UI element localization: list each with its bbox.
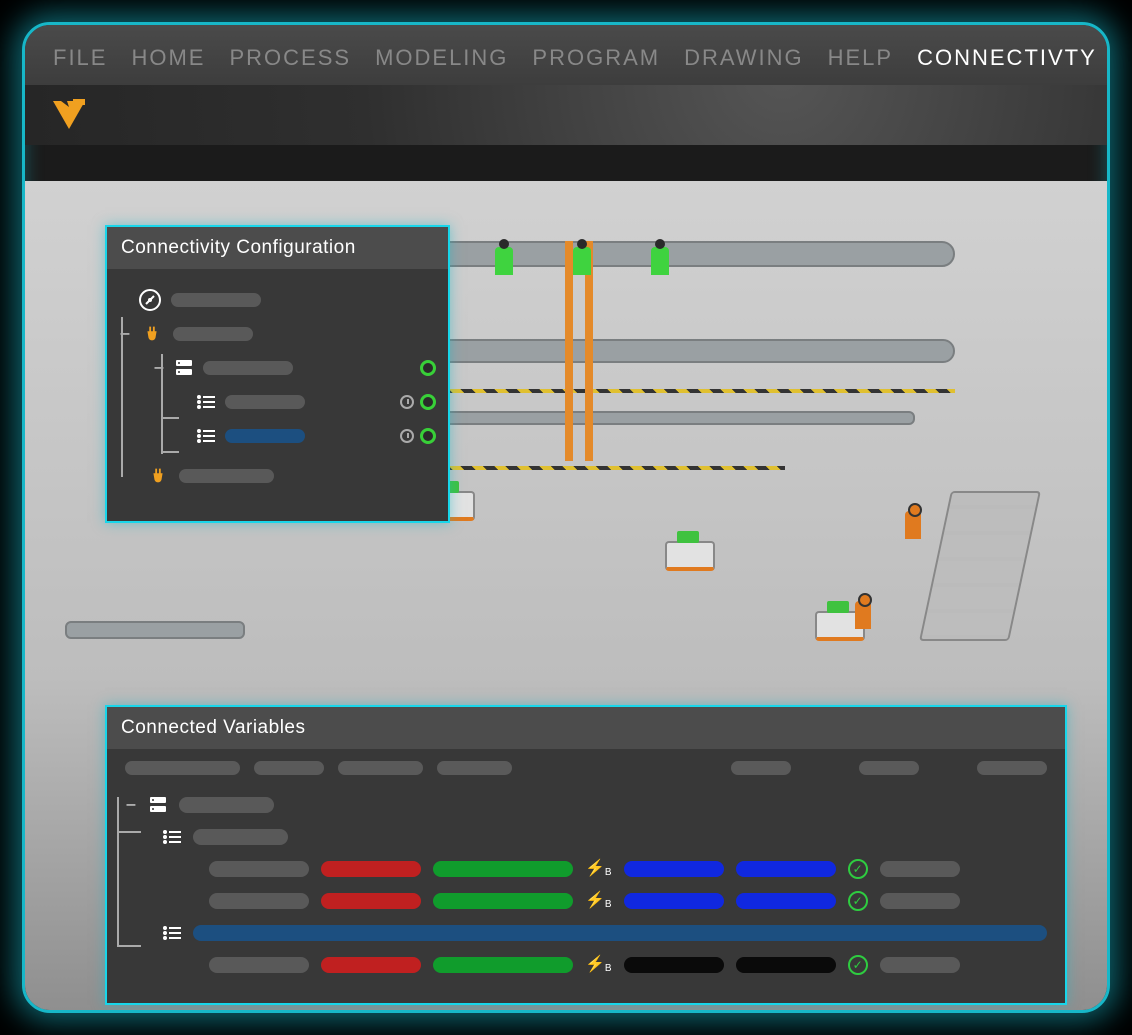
tree-item-label — [179, 469, 274, 483]
collapse-toggle[interactable]: – — [125, 796, 137, 814]
variable-row[interactable]: ⚡B ✓ — [209, 885, 1047, 917]
var-cell — [624, 957, 724, 973]
config-tree-item[interactable]: – — [119, 317, 436, 351]
menu-process[interactable]: PROCESS — [229, 45, 351, 71]
config-tree-item[interactable] — [197, 419, 436, 453]
app-window: FILE HOME PROCESS MODELING PROGRAM DRAWI… — [22, 22, 1110, 1013]
app-logo-icon — [51, 99, 87, 131]
check-ok-icon: ✓ — [848, 859, 868, 879]
var-cell — [880, 957, 960, 973]
var-cell — [209, 957, 309, 973]
collapse-toggle[interactable]: – — [153, 359, 165, 377]
vars-tree-sublist[interactable] — [163, 917, 1047, 949]
config-tree-item[interactable] — [139, 283, 436, 317]
check-ok-icon: ✓ — [848, 955, 868, 975]
vars-column-headers — [107, 749, 1065, 785]
var-cell — [880, 893, 960, 909]
power-status-icon — [420, 360, 436, 376]
var-cell — [209, 861, 309, 877]
bolt-icon: ⚡B — [585, 893, 612, 910]
config-tree-item[interactable] — [147, 459, 436, 493]
ribbon-strip — [25, 85, 1107, 145]
tree-item-label — [225, 395, 305, 409]
menu-file[interactable]: FILE — [53, 45, 107, 71]
check-ok-icon: ✓ — [848, 891, 868, 911]
server-icon — [175, 359, 193, 377]
var-cell — [321, 957, 421, 973]
connectivity-config-panel[interactable]: Connectivity Configuration – — [105, 225, 450, 523]
var-cell — [321, 861, 421, 877]
column-header[interactable] — [977, 761, 1047, 775]
vars-panel-title: Connected Variables — [107, 707, 1065, 749]
bolt-icon: ⚡B — [585, 957, 612, 974]
tree-item-label — [173, 327, 253, 341]
column-header[interactable] — [125, 761, 240, 775]
var-cell — [209, 893, 309, 909]
selection-band — [193, 925, 1047, 941]
plug-icon — [141, 323, 163, 345]
var-cell — [433, 861, 573, 877]
menu-drawing[interactable]: DRAWING — [684, 45, 804, 71]
clock-status-icon — [400, 429, 414, 443]
bolt-icon: ⚡B — [585, 861, 612, 878]
list-icon — [197, 429, 215, 443]
menu-home[interactable]: HOME — [131, 45, 205, 71]
var-cell — [433, 893, 573, 909]
var-cell — [736, 957, 836, 973]
var-cell — [433, 957, 573, 973]
vars-tree-group[interactable]: – — [125, 789, 1047, 821]
tree-item-label — [203, 361, 293, 375]
list-icon — [163, 926, 181, 940]
column-header[interactable] — [859, 761, 919, 775]
menu-help[interactable]: HELP — [828, 45, 893, 71]
connected-variables-panel[interactable]: Connected Variables – — [105, 705, 1067, 1005]
var-cell — [880, 861, 960, 877]
variable-row[interactable]: ⚡B ✓ — [209, 949, 1047, 981]
var-cell — [624, 893, 724, 909]
column-header[interactable] — [254, 761, 324, 775]
var-cell — [321, 893, 421, 909]
var-cell — [736, 893, 836, 909]
sublist-label — [193, 829, 288, 845]
main-menu-bar: FILE HOME PROCESS MODELING PROGRAM DRAWI… — [25, 25, 1107, 85]
server-icon — [149, 796, 167, 814]
var-cell — [736, 861, 836, 877]
group-label — [179, 797, 274, 813]
tree-item-label — [225, 429, 305, 443]
list-icon — [163, 830, 181, 844]
var-cell — [624, 861, 724, 877]
menu-modeling[interactable]: MODELING — [375, 45, 508, 71]
tree-item-label — [171, 293, 261, 307]
clock-status-icon — [400, 395, 414, 409]
power-status-icon — [420, 394, 436, 410]
power-status-icon — [420, 428, 436, 444]
plug-icon — [147, 465, 169, 487]
column-header[interactable] — [437, 761, 512, 775]
column-header[interactable] — [338, 761, 423, 775]
no-signal-icon — [139, 289, 161, 311]
list-icon — [197, 395, 215, 409]
config-panel-title: Connectivity Configuration — [107, 227, 448, 269]
menu-connectivity[interactable]: CONNECTIVTY — [917, 45, 1097, 71]
config-tree-item[interactable]: – — [153, 351, 436, 385]
menu-program[interactable]: PROGRAM — [532, 45, 660, 71]
vars-tree-sublist[interactable] — [163, 821, 1047, 853]
config-tree-item[interactable] — [197, 385, 436, 419]
column-header[interactable] — [731, 761, 791, 775]
variable-row[interactable]: ⚡B ✓ — [209, 853, 1047, 885]
